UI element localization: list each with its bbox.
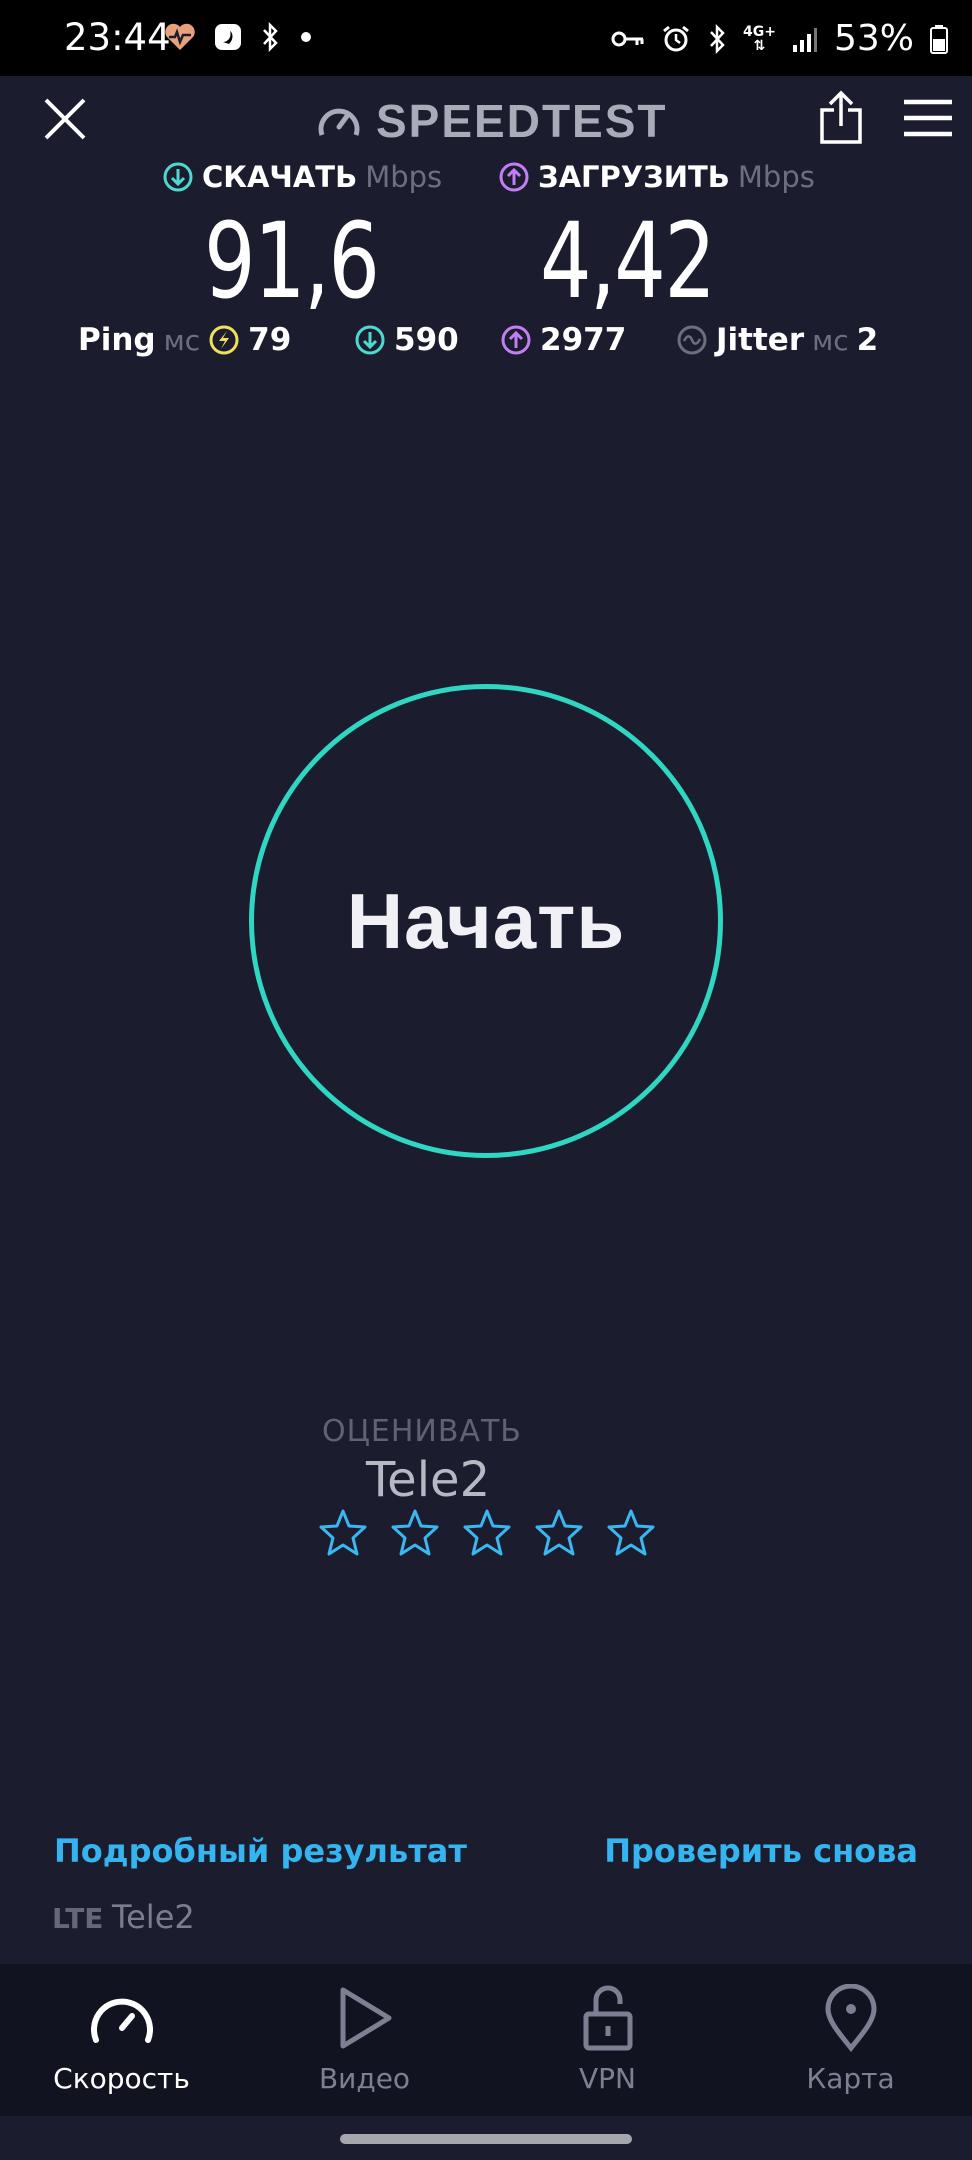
ping-unit: мс [163,323,201,357]
app-header: SPEEDTEST [0,76,972,176]
status-bar: 23:44 4G+ ⇅ 53% [0,0,972,76]
battery-icon [930,24,948,54]
upload-arrow-icon [501,325,531,355]
nav-video[interactable]: Видео [243,1964,486,2116]
download-arrow-icon [163,162,193,192]
download-header: СКАЧАТЬ Mbps [162,160,442,194]
nav-vpn-label: VPN [579,2062,636,2095]
nav-vpn[interactable]: VPN [486,1964,729,2116]
ping-bolt-icon [209,325,239,355]
speedometer-logo-icon [318,108,360,136]
surfshark-icon [214,23,242,51]
speedtest-logo: SPEEDTEST [316,94,668,148]
bluetooth-icon [707,23,727,54]
jitter-wave-icon [677,325,707,355]
speed-icon [90,1998,153,2043]
lock-icon [583,1985,632,2051]
upload-speed-value: 4,42 [540,200,716,322]
ping-download-value: 590 [394,322,459,358]
nav-map[interactable]: Карта [729,1964,972,2116]
rating-stars [318,1508,656,1558]
star-2-icon[interactable] [390,1508,440,1558]
ping-label: Ping [78,322,156,358]
upload-label: ЗАГРУЗИТЬ [538,160,730,194]
signal-icon [792,25,818,53]
network-type: 4G+ [743,23,776,40]
nav-map-label: Карта [806,2062,895,2095]
home-indicator[interactable] [340,2134,632,2144]
jitter-unit: мс [812,323,849,357]
download-unit: Mbps [365,160,443,194]
close-icon [44,98,86,140]
battery-percent: 53% [833,18,914,59]
bluetooth-icon [260,22,280,52]
test-again-link[interactable]: Проверить снова [604,1832,918,1870]
rate-provider: Tele2 [366,1452,491,1508]
star-5-icon[interactable] [606,1508,656,1558]
jitter-label: Jitter [716,322,805,358]
data-arrows: ⇅ [753,37,766,54]
download-arrow-icon [355,325,385,355]
latency-row: Ping мс 79 590 2977 Jitter мс 2 [0,322,972,372]
detailed-result-link[interactable]: Подробный результат [54,1832,467,1870]
ping-download: 590 [354,322,459,358]
star-3-icon[interactable] [462,1508,512,1558]
jitter-value: 2 [856,322,879,358]
download-speed-value: 91,6 [204,200,380,322]
star-4-icon[interactable] [534,1508,584,1558]
play-icon [340,1987,391,2049]
star-1-icon[interactable] [318,1508,368,1558]
download-label: СКАЧАТЬ [202,160,358,194]
status-time: 23:44 [64,16,171,59]
ping-idle-value: 79 [248,322,292,358]
mobile-data-icon: 4G+ ⇅ [743,25,776,53]
ping-upload: 2977 [500,322,626,358]
upload-unit: Mbps [737,160,815,194]
vpn-key-icon [611,28,645,50]
jitter: Jitter мс 2 [676,322,878,358]
dot-icon [298,29,314,45]
rate-caption: ОЦЕНИВАТЬ [322,1414,522,1449]
alarm-icon [661,24,691,54]
menu-icon [904,99,952,137]
ping-idle: Ping мс 79 [78,322,291,358]
logo-text: SPEEDTEST [376,95,668,147]
close-button[interactable] [40,94,90,144]
upload-arrow-icon [499,162,529,192]
nav-video-label: Видео [318,2062,411,2095]
nav-speed-label: Скорость [53,2062,190,2095]
start-test-button[interactable]: Начать [249,684,723,1158]
connection-type: LTE [52,1902,104,1935]
start-test-label: Начать [346,876,626,965]
upload-header: ЗАГРУЗИТЬ Mbps [498,160,815,194]
connection-provider: Tele2 [112,1898,195,1936]
menu-button[interactable] [902,98,954,138]
ping-upload-value: 2977 [540,322,627,358]
heart-health-icon [164,23,196,51]
bottom-nav: Скорость Видео VPN Карта [0,1964,972,2116]
share-icon [820,90,862,144]
map-pin-icon [824,1984,877,2052]
share-button[interactable] [818,90,864,146]
nav-speed[interactable]: Скорость [0,1964,243,2116]
